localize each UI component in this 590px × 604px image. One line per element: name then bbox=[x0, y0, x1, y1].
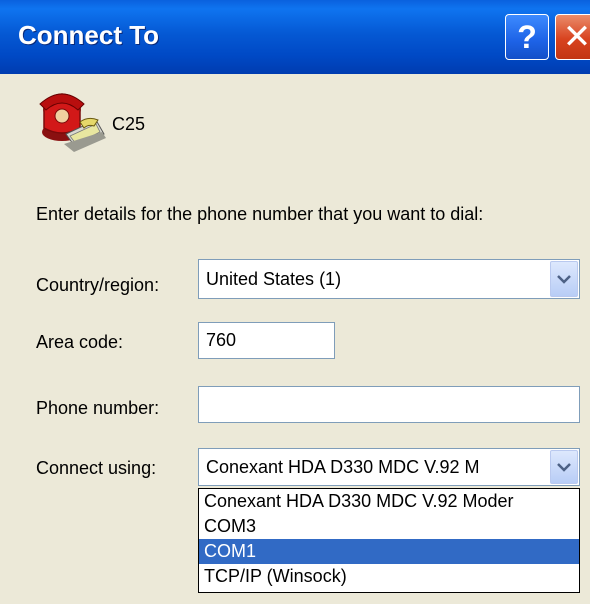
help-icon: ? bbox=[517, 19, 537, 55]
country-region-label: Country/region: bbox=[36, 275, 160, 295]
instructions-text: Enter details for the phone number that … bbox=[36, 204, 484, 224]
chevron-down-icon bbox=[557, 275, 571, 284]
connect-using-dropdown-button[interactable] bbox=[550, 450, 578, 484]
window-title: Connect To bbox=[18, 20, 160, 50]
dropdown-option-tcpip[interactable]: TCP/IP (Winsock) bbox=[199, 564, 579, 589]
country-region-select[interactable]: United States (1) bbox=[198, 259, 580, 299]
phone-number-label: Phone number: bbox=[36, 398, 160, 418]
connect-using-dropdown-list: Conexant HDA D330 MDC V.92 Moder COM3 CO… bbox=[198, 488, 580, 593]
help-button[interactable]: ? bbox=[505, 14, 549, 60]
connect-using-value: Conexant HDA D330 MDC V.92 M bbox=[206, 456, 480, 477]
dropdown-option-com3[interactable]: COM3 bbox=[199, 514, 579, 539]
country-dropdown-button[interactable] bbox=[550, 261, 578, 297]
phone-number-input[interactable] bbox=[198, 386, 580, 423]
country-region-value: United States (1) bbox=[206, 268, 342, 289]
title-bar[interactable]: Connect To ? ✕ bbox=[0, 0, 590, 74]
connect-using-label: Connect using: bbox=[36, 458, 157, 478]
connect-to-dialog: Connect To ? ✕ C25 Enter details for the… bbox=[0, 0, 590, 604]
dialog-body: C25 Enter details for the phone number t… bbox=[0, 74, 590, 604]
area-code-label: Area code: bbox=[36, 332, 124, 352]
area-code-value: 760 bbox=[206, 330, 237, 350]
connect-using-select[interactable]: Conexant HDA D330 MDC V.92 M bbox=[198, 448, 580, 486]
dropdown-option-com1[interactable]: COM1 bbox=[199, 539, 579, 564]
close-button[interactable]: ✕ bbox=[555, 14, 590, 60]
area-code-input[interactable]: 760 bbox=[198, 322, 335, 359]
close-icon: ✕ bbox=[562, 18, 590, 56]
chevron-down-icon bbox=[557, 463, 571, 472]
dropdown-option-conexant[interactable]: Conexant HDA D330 MDC V.92 Moder bbox=[199, 489, 579, 514]
connection-name: C25 bbox=[112, 114, 146, 134]
phone-connection-icon bbox=[39, 93, 106, 152]
